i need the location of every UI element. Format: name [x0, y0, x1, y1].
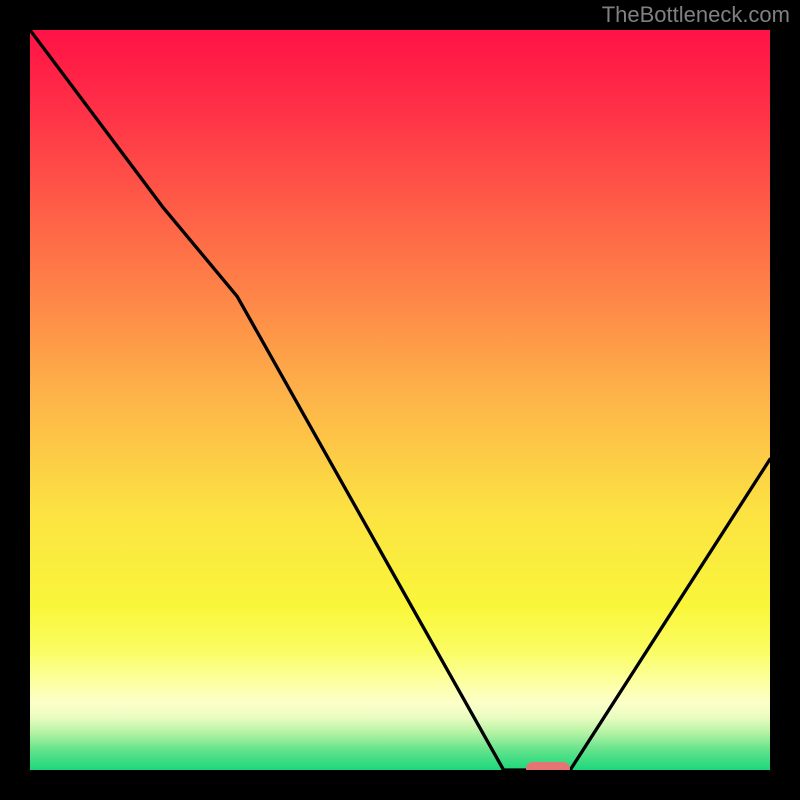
watermark-text: TheBottleneck.com: [602, 2, 790, 28]
chart-frame: TheBottleneck.com: [0, 0, 800, 800]
bottleneck-curve: [30, 30, 770, 770]
plot-area: [30, 30, 770, 770]
optimal-marker: [526, 762, 570, 770]
